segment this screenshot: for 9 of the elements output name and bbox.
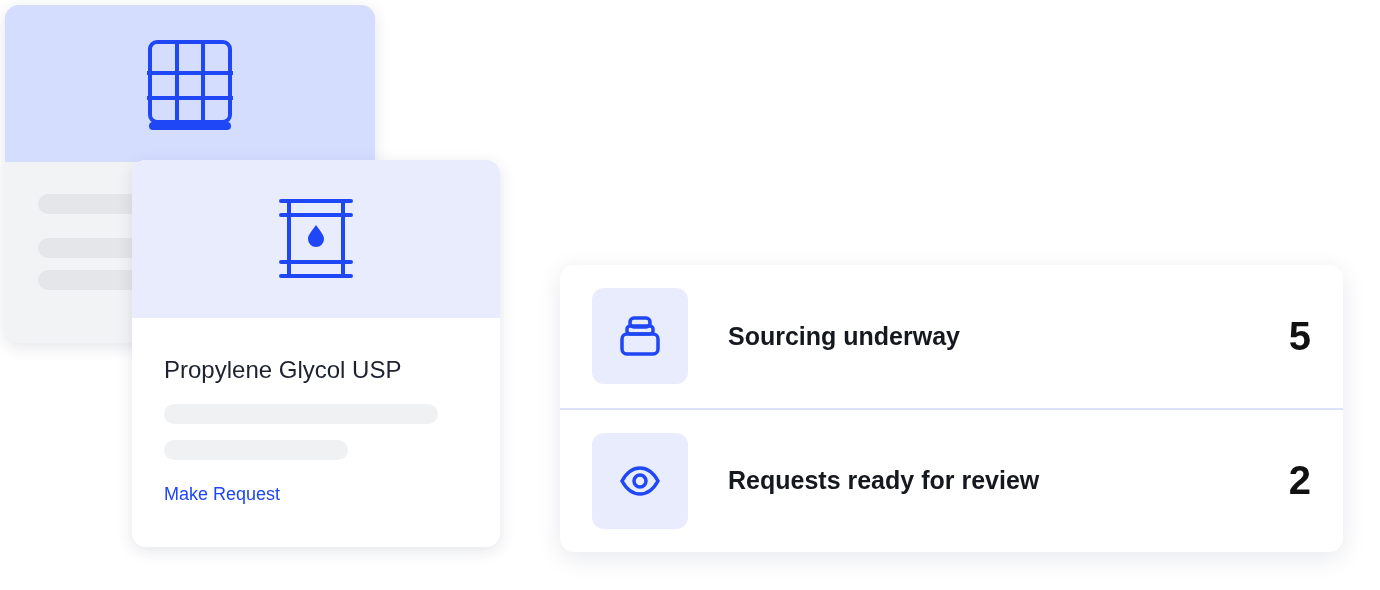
stat-label: Requests ready for review (728, 466, 1041, 496)
stat-count: 2 (1288, 458, 1311, 504)
make-request-link[interactable]: Make Request (164, 484, 281, 505)
stat-label: Sourcing underway (728, 321, 961, 351)
product-title: Propylene Glycol USP (164, 356, 402, 384)
jar-icon (619, 315, 661, 358)
barrel-icon (279, 198, 353, 280)
stat-count: 5 (1288, 313, 1311, 359)
grid-crate-icon (147, 38, 233, 131)
